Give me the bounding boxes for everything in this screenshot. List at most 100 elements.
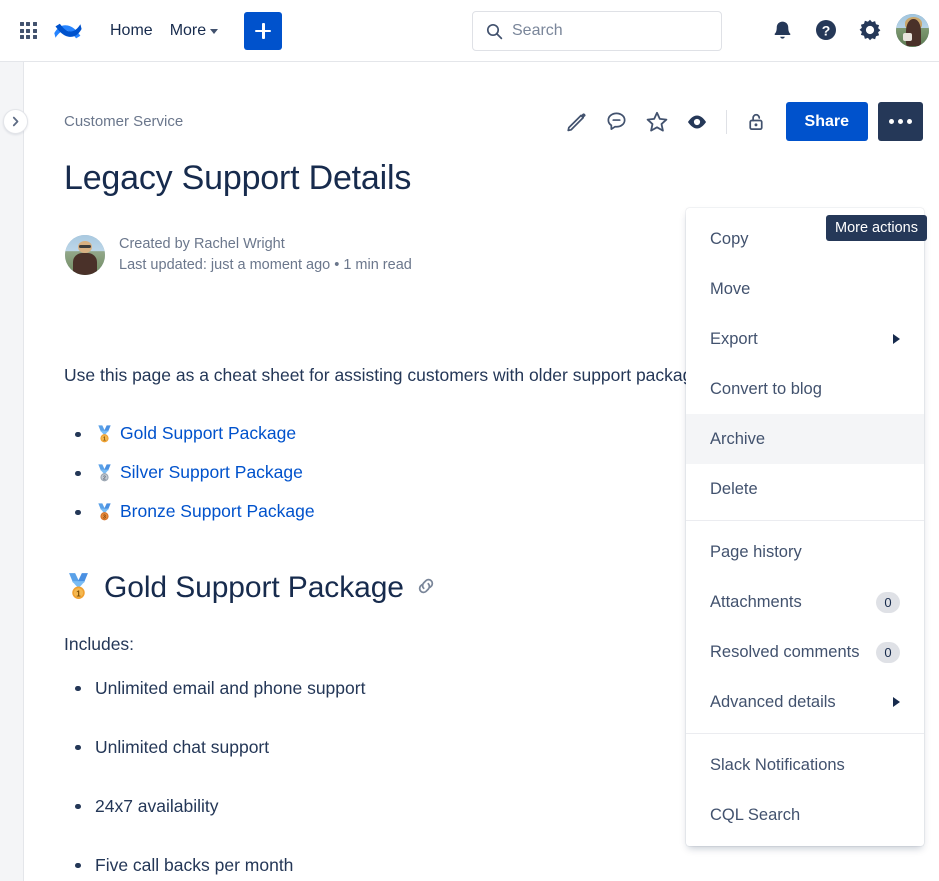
medal-1st-place-icon: 1 — [95, 420, 114, 455]
menu-item-label: Attachments — [710, 593, 802, 612]
app-switcher-button[interactable] — [11, 14, 45, 48]
eye-watch-icon — [685, 110, 709, 134]
menu-item-delete[interactable]: Delete — [686, 464, 924, 514]
menu-item-label: Archive — [710, 430, 765, 449]
notifications-button[interactable] — [764, 12, 800, 48]
breadcrumb[interactable]: Customer Service — [64, 113, 183, 130]
pencil-edit-icon — [565, 110, 588, 133]
link-gold-support-package[interactable]: Gold Support Package — [120, 423, 296, 443]
link-silver-support-package[interactable]: Silver Support Package — [120, 462, 303, 482]
page-byline: Created by Rachel Wright Last updated: j… — [65, 234, 412, 276]
medal-2nd-place-icon: 2 — [95, 459, 114, 494]
search-placeholder: Search — [512, 22, 563, 40]
create-button[interactable] — [244, 12, 282, 50]
comment-bubble-icon — [605, 110, 628, 133]
ellipsis-more-icon — [889, 119, 912, 124]
gold-package-features-list: Unlimited email and phone support Unlimi… — [64, 676, 534, 881]
includes-label: Includes: — [64, 634, 134, 655]
list-item: 2 Silver Support Package — [64, 455, 315, 494]
nav-home-link[interactable]: Home — [101, 16, 162, 46]
settings-button[interactable] — [852, 12, 888, 48]
search-icon — [486, 23, 503, 40]
menu-section-apps: Slack Notifications CQL Search — [686, 733, 924, 846]
svg-text:?: ? — [822, 22, 831, 38]
more-actions-menu: Copy Move Export Convert to blog Archive… — [686, 208, 924, 846]
page-restrictions-button[interactable] — [737, 103, 775, 141]
page-content-area: Customer Service Legacy Support Details … — [25, 62, 939, 881]
nav-more-dropdown[interactable]: More — [162, 16, 226, 46]
attachments-count-badge: 0 — [876, 592, 900, 613]
chevron-right-icon — [893, 697, 900, 707]
menu-item-label: Slack Notifications — [710, 756, 845, 775]
link-anchor-icon[interactable] — [415, 575, 437, 602]
more-actions-tooltip: More actions — [826, 215, 927, 241]
menu-item-page-history[interactable]: Page history — [686, 527, 924, 577]
page-actions-toolbar: Share — [558, 102, 923, 141]
author-avatar[interactable] — [65, 235, 105, 275]
notification-bell-icon — [771, 18, 794, 42]
menu-item-label: Resolved comments — [710, 643, 859, 662]
unlocked-padlock-icon — [744, 110, 767, 133]
star-favorite-icon — [645, 110, 669, 134]
comments-button[interactable] — [598, 103, 636, 141]
svg-text:2: 2 — [103, 476, 106, 482]
svg-text:1: 1 — [76, 590, 81, 599]
chevron-right-icon — [893, 334, 900, 344]
last-updated-text: Last updated: just a moment ago • 1 min … — [119, 255, 412, 276]
menu-item-advanced-details[interactable]: Advanced details — [686, 677, 924, 727]
gear-icon — [858, 18, 882, 42]
medal-3rd-place-icon: 3 — [95, 498, 114, 533]
medal-1st-place-icon: 1 — [64, 571, 93, 605]
list-item: Five call backs per month — [64, 853, 534, 877]
menu-item-attachments[interactable]: Attachments 0 — [686, 577, 924, 627]
resolved-comments-count-badge: 0 — [876, 642, 900, 663]
menu-section-details: Page history Attachments 0 Resolved comm… — [686, 520, 924, 733]
menu-item-archive[interactable]: Archive — [686, 414, 924, 464]
search-input[interactable]: Search — [472, 11, 722, 51]
menu-item-label: Copy — [710, 230, 749, 249]
list-item: Unlimited chat support — [64, 735, 534, 759]
package-links-list: 1 Gold Support Package 2 Silver Support … — [64, 416, 315, 533]
menu-item-slack-notifications[interactable]: Slack Notifications — [686, 740, 924, 790]
expand-sidebar-button[interactable] — [3, 109, 28, 134]
global-nav-icon-group: ? — [764, 12, 929, 48]
edit-page-button[interactable] — [558, 103, 596, 141]
confluence-logo-icon — [54, 18, 82, 44]
list-item: 24x7 availability — [64, 794, 534, 818]
favorite-star-button[interactable] — [638, 103, 676, 141]
menu-item-label: Move — [710, 280, 750, 299]
menu-item-label: Page history — [710, 543, 802, 562]
watch-page-button[interactable] — [678, 103, 716, 141]
section-heading-gold-support: 1 Gold Support Package — [64, 571, 437, 605]
svg-text:3: 3 — [103, 515, 106, 521]
chevron-down-icon — [210, 29, 218, 34]
menu-section-primary: Copy Move Export Convert to blog Archive… — [686, 208, 924, 520]
help-question-icon: ? — [814, 18, 838, 42]
menu-item-label: Advanced details — [710, 693, 836, 712]
menu-item-label: Delete — [710, 480, 758, 499]
more-actions-button[interactable] — [878, 102, 923, 141]
menu-item-move[interactable]: Move — [686, 264, 924, 314]
svg-text:1: 1 — [103, 437, 106, 443]
global-navigation-bar: Home More Search ? — [0, 0, 939, 62]
share-button[interactable]: Share — [786, 102, 868, 141]
section-heading-text: Gold Support Package — [104, 571, 404, 605]
plus-icon — [255, 23, 271, 39]
nav-more-label: More — [170, 22, 206, 40]
menu-item-convert-to-blog[interactable]: Convert to blog — [686, 364, 924, 414]
link-bronze-support-package[interactable]: Bronze Support Package — [120, 501, 315, 521]
menu-item-label: CQL Search — [710, 806, 800, 825]
page-title: Legacy Support Details — [64, 159, 411, 198]
menu-item-label: Convert to blog — [710, 380, 822, 399]
menu-item-export[interactable]: Export — [686, 314, 924, 364]
menu-item-resolved-comments[interactable]: Resolved comments 0 — [686, 627, 924, 677]
collapsed-sidebar — [0, 62, 24, 881]
help-button[interactable]: ? — [808, 12, 844, 48]
menu-item-label: Export — [710, 330, 758, 349]
app-switcher-grid-icon — [20, 22, 37, 39]
list-item: Unlimited email and phone support — [64, 676, 534, 700]
toolbar-divider — [726, 110, 727, 134]
menu-item-cql-search[interactable]: CQL Search — [686, 790, 924, 840]
user-avatar-button[interactable] — [896, 14, 929, 47]
confluence-home-logo-button[interactable] — [49, 12, 87, 50]
